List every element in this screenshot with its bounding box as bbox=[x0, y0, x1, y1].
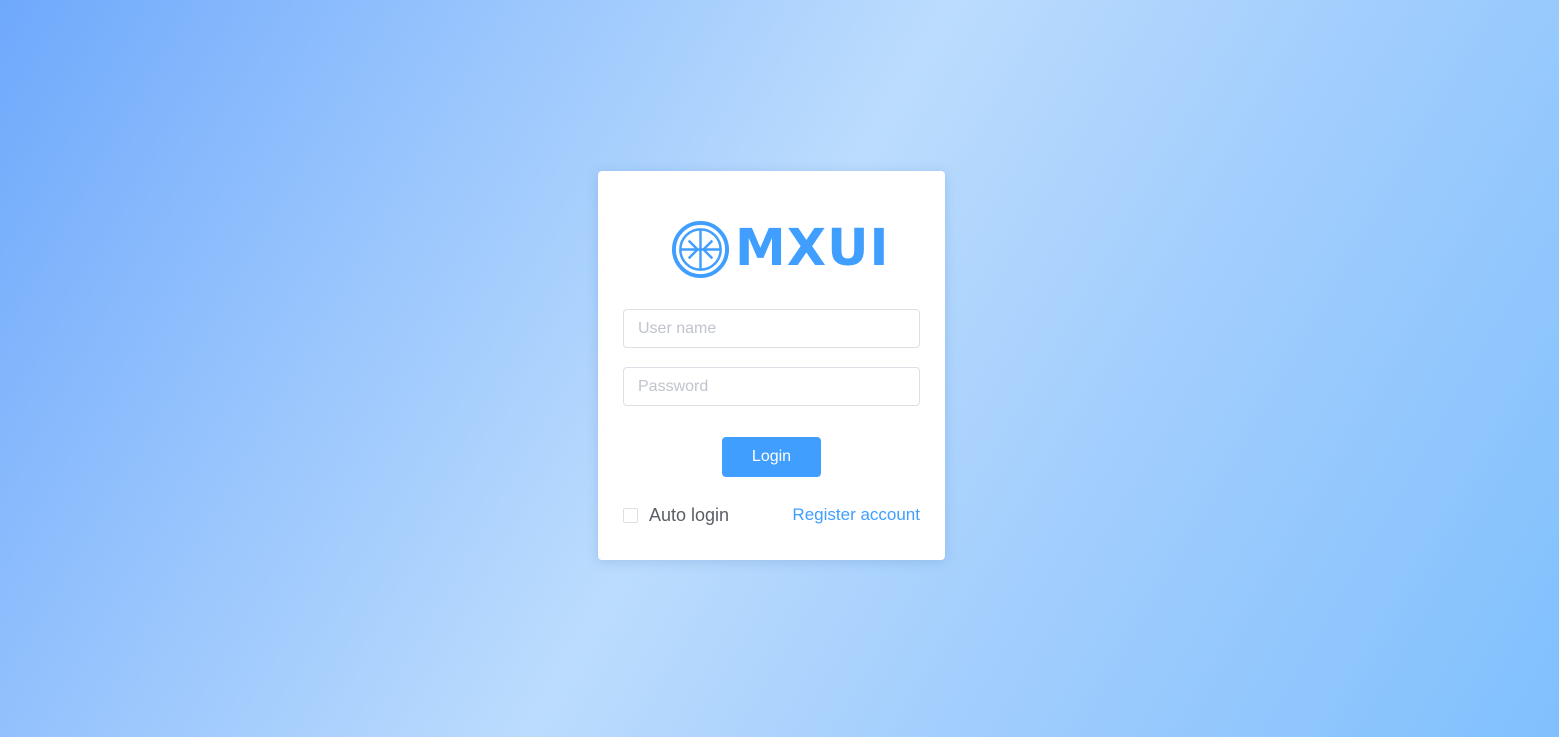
auto-login-option[interactable]: Auto login bbox=[623, 504, 729, 526]
mxui-logo-icon bbox=[671, 220, 730, 278]
password-input[interactable] bbox=[623, 367, 920, 406]
login-button[interactable]: Login bbox=[722, 437, 821, 477]
auto-login-label: Auto login bbox=[649, 504, 730, 525]
logo-text: MXUI bbox=[735, 219, 890, 278]
logo: MXUI bbox=[671, 218, 889, 280]
auto-login-checkbox[interactable] bbox=[623, 507, 638, 523]
login-card: MXUI Login Auto login Register account bbox=[598, 171, 945, 560]
register-account-link[interactable]: Register account bbox=[792, 504, 920, 526]
username-input[interactable] bbox=[623, 309, 920, 348]
